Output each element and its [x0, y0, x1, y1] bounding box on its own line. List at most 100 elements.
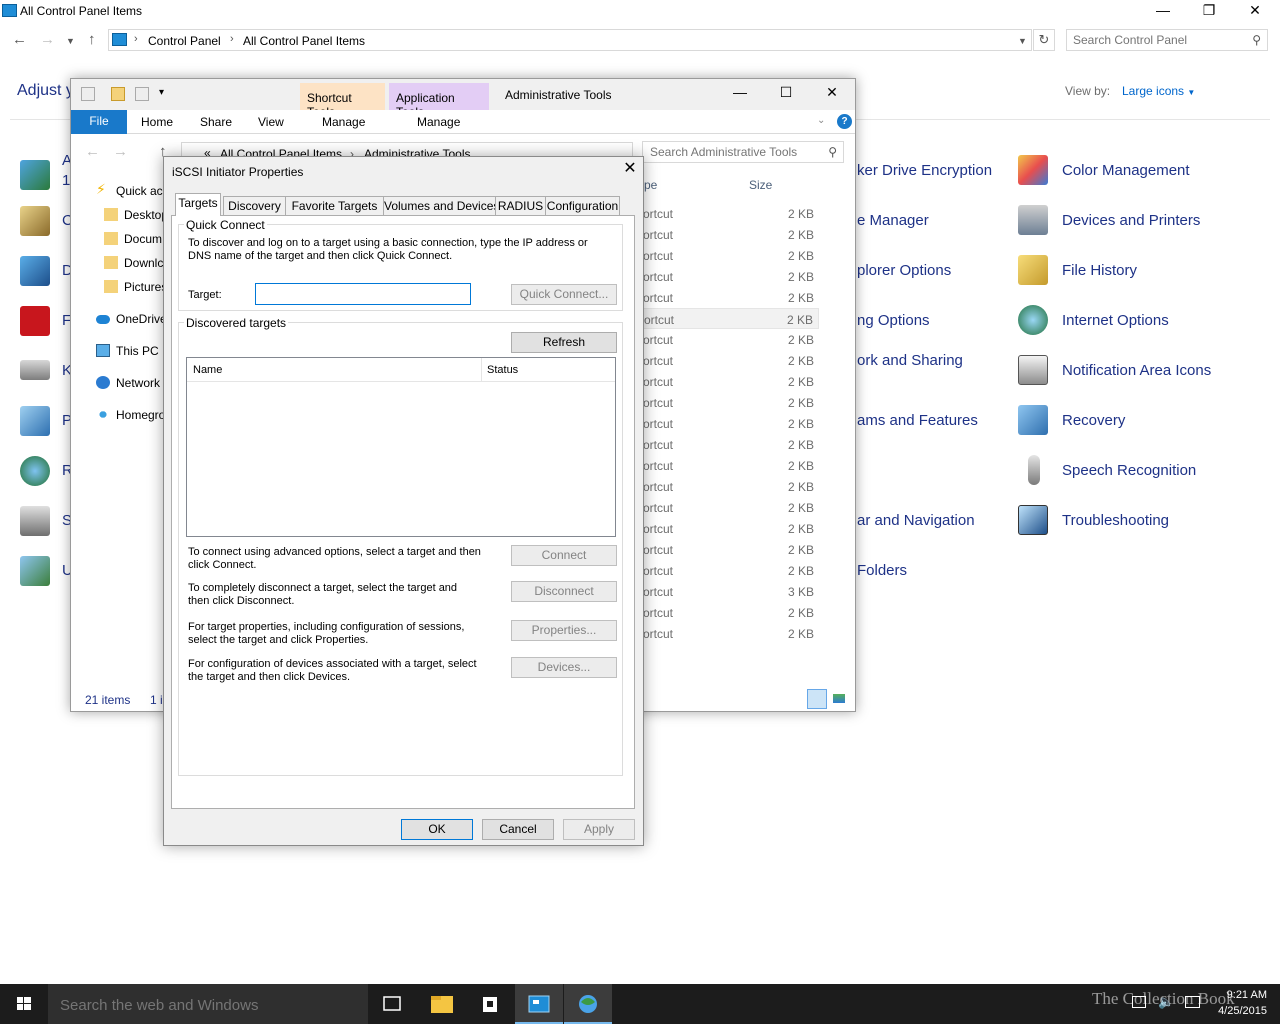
back-icon[interactable]: ←: [12, 31, 27, 48]
tab-file[interactable]: File: [71, 110, 127, 134]
file-row[interactable]: ortcut 2 KB: [641, 392, 819, 413]
address-dropdown-icon[interactable]: ▼: [1018, 36, 1027, 46]
tab-manage-shortcut[interactable]: Manage: [322, 115, 365, 129]
cp-item-network-sharing[interactable]: ork and Sharing: [857, 352, 963, 369]
column-header-name[interactable]: Name: [193, 364, 222, 376]
restore-button[interactable]: ❐: [1186, 0, 1232, 22]
clock-time[interactable]: 9:21 AM: [1211, 989, 1267, 1001]
tab-share[interactable]: Share: [200, 115, 232, 129]
tab-manage-application[interactable]: Manage: [417, 115, 460, 129]
network-tray-icon[interactable]: [1132, 996, 1146, 1008]
cp-item-programs-features[interactable]: ams and Features: [857, 412, 978, 429]
targets-list[interactable]: Name Status: [186, 357, 616, 537]
file-row[interactable]: ortcut 3 KB: [641, 581, 819, 602]
flash-player-icon[interactable]: [20, 306, 50, 336]
file-row[interactable]: ortcut 2 KB: [641, 308, 819, 329]
new-folder-icon[interactable]: [111, 87, 125, 101]
large-icons-view-icon[interactable]: [833, 694, 845, 703]
file-row[interactable]: ortcut 2 KB: [641, 518, 819, 539]
maximize-button[interactable]: ☐: [763, 82, 809, 104]
file-explorer-taskbar-button[interactable]: [418, 984, 466, 1024]
refresh-button[interactable]: Refresh: [511, 332, 617, 353]
forward-icon[interactable]: →: [40, 31, 55, 48]
tab-home[interactable]: Home: [141, 115, 173, 129]
tab-targets[interactable]: Targets: [175, 193, 221, 216]
close-icon[interactable]: ✕: [620, 160, 640, 180]
file-row[interactable]: ortcut 2 KB: [641, 350, 819, 371]
file-row[interactable]: ortcut 2 KB: [641, 371, 819, 392]
cp-item-file-explorer-options[interactable]: plorer Options: [857, 262, 951, 279]
close-button[interactable]: ✕: [1232, 0, 1278, 22]
quick-connect-button[interactable]: Quick Connect...: [511, 284, 617, 305]
search-input[interactable]: [1073, 33, 1243, 47]
tab-radius[interactable]: RADIUS: [495, 196, 546, 215]
display-icon[interactable]: [20, 256, 50, 286]
storage-spaces-icon[interactable]: [20, 506, 50, 536]
target-input[interactable]: [255, 283, 471, 305]
refresh-icon[interactable]: ↻: [1033, 29, 1055, 51]
recent-locations-icon[interactable]: ▼: [66, 36, 75, 46]
start-button[interactable]: [0, 984, 48, 1024]
taskbar-search[interactable]: [48, 984, 368, 1024]
search-input[interactable]: [650, 145, 820, 159]
properties-icon[interactable]: [81, 87, 95, 101]
details-view-icon[interactable]: [807, 689, 827, 709]
search-icon[interactable]: ⚲: [1252, 33, 1261, 47]
personalization-icon[interactable]: [20, 406, 50, 436]
file-row[interactable]: ortcut 2 KB: [641, 245, 819, 266]
back-icon[interactable]: ←: [85, 143, 100, 160]
taskbar-search-input[interactable]: [60, 996, 350, 1014]
clock-date[interactable]: 4/25/2015: [1207, 1005, 1267, 1017]
breadcrumb-all-items[interactable]: All Control Panel Items: [243, 34, 365, 48]
file-row[interactable]: ortcut 2 KB: [641, 455, 819, 476]
control-panel-taskbar-button[interactable]: [515, 984, 563, 1024]
apply-button[interactable]: Apply: [563, 819, 635, 840]
cp-item-taskbar-navigation[interactable]: ar and Navigation: [857, 512, 975, 529]
help-icon[interactable]: ?: [837, 114, 852, 129]
file-row[interactable]: ortcut 2 KB: [641, 560, 819, 581]
user-accounts-icon[interactable]: [20, 556, 50, 586]
minimize-button[interactable]: —: [717, 82, 763, 104]
file-row[interactable]: ortcut 2 KB: [641, 329, 819, 350]
cancel-button[interactable]: Cancel: [482, 819, 554, 840]
disconnect-button[interactable]: Disconnect: [511, 581, 617, 602]
region-icon[interactable]: [20, 456, 50, 486]
store-taskbar-button[interactable]: [466, 984, 514, 1024]
file-row[interactable]: ortcut 2 KB: [641, 287, 819, 308]
cp-item-bitlocker[interactable]: ker Drive Encryption: [857, 162, 992, 179]
tab-configuration[interactable]: Configuration: [545, 196, 620, 215]
undo-icon[interactable]: [135, 87, 149, 101]
ok-button[interactable]: OK: [401, 819, 473, 840]
keyboard-icon[interactable]: [20, 360, 50, 380]
column-header-status[interactable]: Status: [487, 364, 518, 376]
file-row[interactable]: ortcut 2 KB: [641, 224, 819, 245]
minimize-button[interactable]: —: [1140, 0, 1186, 22]
file-row[interactable]: ortcut 2 KB: [641, 539, 819, 560]
file-row[interactable]: ortcut 2 KB: [641, 476, 819, 497]
forward-icon[interactable]: →: [113, 143, 128, 160]
file-row[interactable]: ortcut 2 KB: [641, 203, 819, 224]
customize-qat-icon[interactable]: ▾: [159, 87, 173, 101]
up-icon[interactable]: ↑: [88, 31, 96, 48]
file-row[interactable]: ortcut 2 KB: [641, 266, 819, 287]
tab-volumes-devices[interactable]: Volumes and Devices: [383, 196, 499, 215]
cp-item-indexing-options[interactable]: ng Options: [857, 312, 930, 329]
column-header-type[interactable]: pe: [644, 178, 657, 192]
volume-icon[interactable]: 🔈: [1158, 994, 1174, 1010]
view-by-dropdown[interactable]: Large icons ▼: [1122, 84, 1195, 98]
close-button[interactable]: ✕: [809, 82, 855, 104]
file-row[interactable]: ortcut 2 KB: [641, 623, 819, 644]
tab-discovery[interactable]: Discovery: [223, 196, 286, 215]
task-view-button[interactable]: [368, 984, 416, 1024]
tab-view[interactable]: View: [258, 115, 284, 129]
search-icon[interactable]: ⚲: [828, 145, 837, 159]
connect-button[interactable]: Connect: [511, 545, 617, 566]
breadcrumb-control-panel[interactable]: Control Panel: [148, 34, 221, 48]
devices-button[interactable]: Devices...: [511, 657, 617, 678]
file-row[interactable]: ortcut 2 KB: [641, 413, 819, 434]
file-row[interactable]: ortcut 2 KB: [641, 602, 819, 623]
column-header-size[interactable]: Size: [749, 178, 772, 192]
search-box[interactable]: ⚲: [1066, 29, 1268, 51]
address-box[interactable]: › Control Panel › All Control Panel Item…: [108, 29, 1032, 51]
action-center-icon[interactable]: [1185, 996, 1200, 1008]
